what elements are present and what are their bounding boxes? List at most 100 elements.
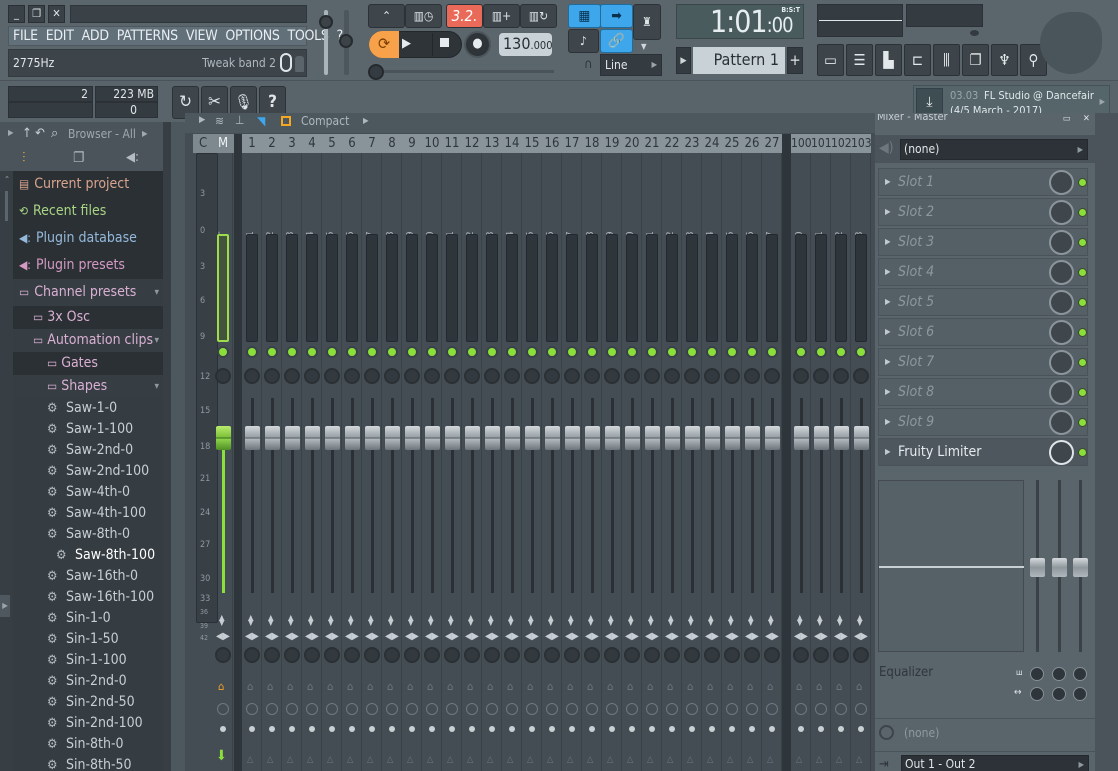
mix-knob[interactable]: [1049, 230, 1074, 255]
pan-knob[interactable]: [604, 368, 620, 384]
mixer-strip-insert[interactable]: Insert 13 ▲▼ ◀▶ ⌂ △: [482, 153, 502, 771]
swap-icon[interactable]: ▲ ▼: [817, 614, 823, 627]
pan-knob[interactable]: [404, 368, 420, 384]
record-arm-icon[interactable]: ⌂: [687, 680, 693, 693]
pattern-selector[interactable]: Pattern 1: [693, 47, 785, 74]
volume-fader[interactable]: [665, 426, 680, 450]
route-dot[interactable]: [549, 726, 555, 732]
enable-led[interactable]: [528, 348, 536, 356]
mixer-button[interactable]: ⫼: [933, 44, 960, 76]
fx-slot-8[interactable]: ▶ Slot 8: [878, 378, 1088, 406]
stereo-separation-knob[interactable]: [344, 647, 360, 663]
volume-fader[interactable]: [245, 426, 260, 450]
stereo-separation-knob[interactable]: [464, 647, 480, 663]
mixer-strip-insert[interactable]: Insert 7 ▲▼ ◀▶ ⌂ △: [362, 153, 382, 771]
swap-icon[interactable]: ▲ ▼: [648, 614, 654, 627]
enable-led[interactable]: [568, 348, 576, 356]
insert-number[interactable]: 19: [602, 134, 622, 153]
route-dot[interactable]: [409, 726, 415, 732]
menu-options[interactable]: OPTIONS: [221, 28, 283, 44]
route-arrow-icon[interactable]: △: [267, 755, 273, 765]
stereo-icon[interactable]: ◀▶: [385, 631, 399, 642]
pan-knob[interactable]: [504, 368, 520, 384]
route-dot[interactable]: [818, 726, 824, 732]
stereo-separation-knob[interactable]: [504, 647, 520, 663]
latency-icon[interactable]: [266, 703, 278, 715]
route-arrow-icon[interactable]: △: [487, 755, 493, 765]
expand-icon[interactable]: ▶: [8, 128, 14, 137]
stereo-separation-knob[interactable]: [684, 647, 700, 663]
insert-number[interactable]: 7: [362, 134, 382, 153]
mixer-strip-insert[interactable]: Insert 100 ▲▼ ◀▶ ⌂ △: [791, 153, 811, 771]
preset-item[interactable]: ⚙ Saw-1-100: [13, 419, 163, 440]
mixer-strip-insert[interactable]: Insert 9 ▲▼ ◀▶ ⌂ △: [402, 153, 422, 771]
volume-fader[interactable]: [485, 426, 500, 450]
volume-fader[interactable]: [585, 426, 600, 450]
route-arrow-icon[interactable]: △: [587, 755, 593, 765]
route-dot[interactable]: [589, 726, 595, 732]
swap-icon[interactable]: ▲ ▼: [628, 614, 634, 627]
insert-number[interactable]: 25: [722, 134, 742, 153]
swap-icon[interactable]: ▲ ▼: [608, 614, 614, 627]
stereo-icon[interactable]: ◀▶: [505, 631, 519, 642]
chevron-down-icon[interactable]: ▼: [641, 42, 647, 51]
mixer-strip-insert[interactable]: Insert 27 ▲▼ ◀▶ ⌂ △: [762, 153, 782, 771]
mixer-strip-insert[interactable]: Insert 14 ▲▼ ◀▶ ⌂ △: [502, 153, 522, 771]
stereo-icon[interactable]: ◀▶: [765, 631, 779, 642]
swap-icon[interactable]: ▲ ▼: [248, 614, 254, 627]
mix-knob[interactable]: [1049, 350, 1074, 375]
mixer-strip-insert[interactable]: Insert 6 ▲▼ ◀▶ ⌂ △: [342, 153, 362, 771]
record-arm-icon[interactable]: ⌂: [507, 680, 513, 693]
expand-icon[interactable]: ▶: [885, 237, 891, 246]
enable-led[interactable]: [708, 348, 716, 356]
insert-number[interactable]: 5: [322, 134, 342, 153]
stereo-separation-knob[interactable]: [604, 647, 620, 663]
browser-folder[interactable]: ◀: Plugin presets: [13, 252, 163, 279]
view-mode-label[interactable]: Compact: [301, 114, 349, 128]
latency-icon[interactable]: [835, 703, 847, 715]
enable-led[interactable]: [728, 348, 736, 356]
stereo-separation-knob[interactable]: [404, 647, 420, 663]
browser-folder[interactable]: ◀: Plugin database: [13, 225, 163, 252]
stereo-icon[interactable]: ◀▶: [605, 631, 619, 642]
stereo-separation-knob[interactable]: [584, 647, 600, 663]
fx-slot-10[interactable]: ▶ Fruity Limiter: [878, 438, 1088, 466]
preset-item[interactable]: ⚙ Saw-8th-0: [13, 524, 163, 545]
mixer-strip-master[interactable]: Master ▲▼ ◀▶ ⌂ ⬇: [213, 153, 233, 771]
volume-fader[interactable]: [834, 426, 849, 450]
route-dot[interactable]: [389, 726, 395, 732]
record-arm-icon[interactable]: ⌂: [527, 680, 533, 693]
record-arm-icon[interactable]: ⌂: [747, 680, 753, 693]
pan-knob[interactable]: [264, 368, 280, 384]
route-arrow-icon[interactable]: △: [796, 755, 802, 765]
browser-folder[interactable]: ⟲ Recent files: [13, 198, 163, 225]
pan-knob[interactable]: [384, 368, 400, 384]
channel-rack-button[interactable]: ☰: [846, 44, 873, 76]
volume-fader[interactable]: [685, 426, 700, 450]
route-arrow-icon[interactable]: △: [856, 755, 862, 765]
route-arrow-icon[interactable]: △: [367, 755, 373, 765]
route-arrow-icon[interactable]: △: [387, 755, 393, 765]
browser-scrollbar[interactable]: ⌃ ▶: [0, 171, 13, 771]
route-dot[interactable]: [529, 726, 535, 732]
pan-knob[interactable]: [344, 368, 360, 384]
volume-fader[interactable]: [385, 426, 400, 450]
mix-knob[interactable]: [1049, 380, 1074, 405]
stereo-separation-knob[interactable]: [244, 647, 260, 663]
browser-subfolder[interactable]: ▭ Shapes ▾: [13, 375, 163, 398]
stereo-icon[interactable]: ◀▶: [665, 631, 679, 642]
mix-knob[interactable]: [1049, 320, 1074, 345]
latency-icon[interactable]: [306, 703, 318, 715]
mix-knob[interactable]: [1049, 440, 1074, 465]
pan-knob[interactable]: [724, 368, 740, 384]
volume-fader[interactable]: [525, 426, 540, 450]
swap-icon[interactable]: ▲ ▼: [768, 614, 774, 627]
minimize-button[interactable]: _: [8, 5, 25, 23]
latency-icon[interactable]: [566, 703, 578, 715]
news-next-icon[interactable]: ▶: [1099, 97, 1105, 106]
volume-fader[interactable]: [365, 426, 380, 450]
enable-led[interactable]: [608, 348, 616, 356]
insert-number[interactable]: 1: [242, 134, 262, 153]
mixer-strip-insert[interactable]: Insert 4 ▲▼ ◀▶ ⌂ △: [302, 153, 322, 771]
route-arrow-icon[interactable]: △: [687, 755, 693, 765]
